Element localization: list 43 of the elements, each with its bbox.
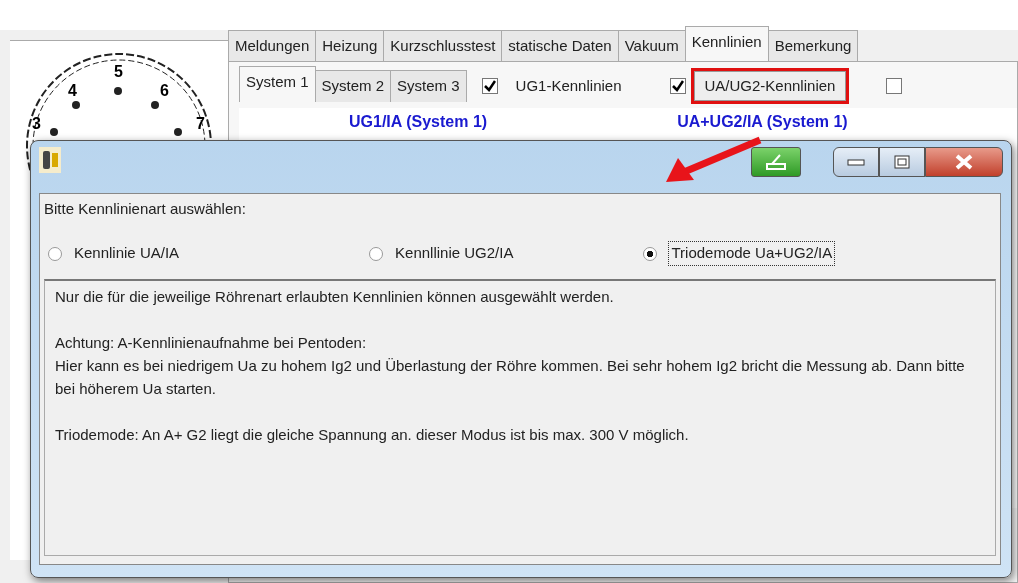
radio-label[interactable]: Kennllinie UG2/IA bbox=[395, 242, 514, 265]
tube-icon bbox=[39, 147, 61, 173]
maximize-button[interactable] bbox=[879, 147, 925, 177]
pin-number: 6 bbox=[160, 82, 169, 99]
radio-label[interactable]: Kennlinie UA/IA bbox=[74, 242, 180, 265]
system-tab[interactable]: System 1 bbox=[239, 66, 316, 102]
pin-number: 5 bbox=[114, 63, 123, 80]
info-paragraph: Nur die für die jeweilige Röhrenart erlaubten Kennlinien können ausgewählt werden. bbox=[55, 286, 615, 307]
info-paragraph: Triodemode: An A+ G2 liegt die gleiche Spannung an. dieser Modus ist bis max. 300 V möglich. bbox=[55, 424, 690, 445]
system-tab[interactable]: System 2 bbox=[314, 70, 392, 102]
pin-number: 4 bbox=[68, 82, 77, 99]
system-tab[interactable]: System 3 bbox=[390, 70, 467, 102]
minimize-button[interactable] bbox=[833, 147, 879, 177]
tab[interactable]: Meldungen bbox=[228, 29, 317, 61]
checkmark-icon bbox=[671, 80, 684, 92]
checkmark-icon bbox=[483, 80, 496, 92]
highlighted-option-label[interactable]: UA/UG2-Kennlinien bbox=[693, 70, 847, 102]
close-button[interactable] bbox=[925, 147, 1003, 177]
tab[interactable]: Kennlinien bbox=[684, 25, 769, 61]
maximize-icon bbox=[894, 155, 910, 169]
info-paragraph: Achtung: A-Kennlinienaufnahme bei Pentoden: Hier kann es bei niedrigem Ua zu hohem Ig2 und Überlastung der Röhre kommen. Bei sehr hohem Ig2 bricht die Messung ab. Dann bitte bei höherem Ua starten. bbox=[55, 332, 966, 399]
checkbox[interactable] bbox=[669, 78, 686, 94]
radio-button[interactable] bbox=[369, 246, 384, 261]
radio-button[interactable] bbox=[48, 246, 62, 261]
pin-number: 7 bbox=[196, 115, 205, 132]
radio-label[interactable]: Triodemode Ua+UG2/IA bbox=[669, 242, 835, 265]
close-icon bbox=[955, 154, 973, 170]
tab[interactable]: Kurzschlusstest bbox=[383, 29, 503, 61]
radio-button[interactable] bbox=[643, 246, 658, 261]
tab[interactable]: Vakuum bbox=[617, 29, 686, 61]
tab[interactable]: Heizung bbox=[315, 29, 385, 61]
chart-title: UA+UG2/IA (System 1) bbox=[677, 112, 848, 132]
minimize-icon bbox=[847, 157, 865, 167]
edit-button[interactable] bbox=[751, 147, 801, 177]
prompt-label: Bitte Kennlinienart auswählen: bbox=[44, 199, 246, 219]
checkbox[interactable] bbox=[481, 78, 498, 94]
option-label[interactable]: UG1-Kennlinien bbox=[505, 71, 632, 101]
eraser-icon bbox=[764, 152, 788, 172]
chart-title: UG1/IA (System 1) bbox=[349, 112, 488, 132]
checkbox[interactable] bbox=[886, 78, 903, 94]
pin-number: 3 bbox=[32, 115, 41, 132]
tab[interactable]: statische Daten bbox=[501, 29, 619, 61]
tab[interactable]: Bemerkung bbox=[767, 29, 859, 61]
